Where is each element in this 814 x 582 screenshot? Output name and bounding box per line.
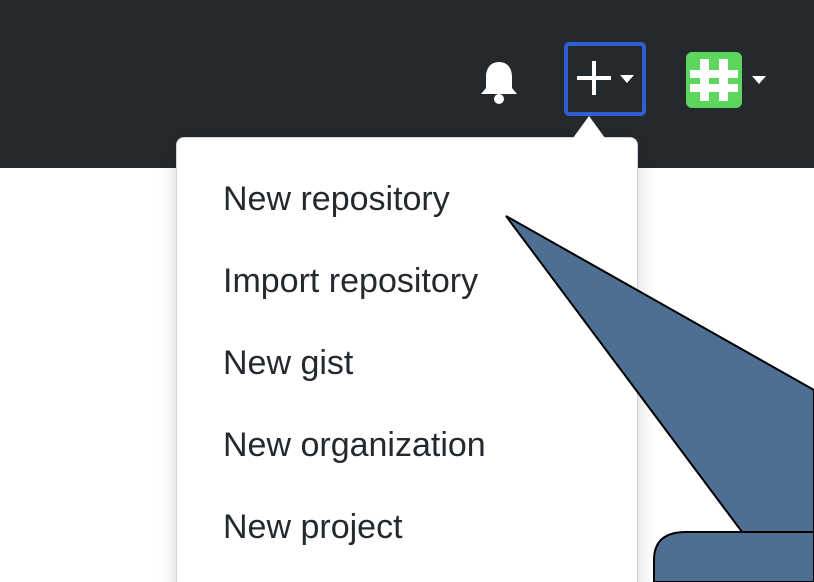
menu-item-import-repository[interactable]: Import repository — [223, 250, 478, 312]
callout-bubble — [653, 531, 814, 582]
plus-icon — [577, 61, 611, 95]
menu-item-new-project[interactable]: New project — [223, 496, 403, 558]
user-menu-button[interactable] — [686, 52, 796, 108]
caret-down-icon — [620, 75, 634, 83]
menu-item-new-organization[interactable]: New organization — [223, 414, 486, 476]
create-new-dropdown-menu: New repository Import repository New gis… — [176, 137, 638, 582]
dropdown-caret — [573, 116, 605, 138]
create-new-button[interactable] — [564, 42, 646, 116]
page: New repository Import repository New gis… — [0, 0, 814, 582]
notifications-button[interactable] — [478, 58, 520, 104]
menu-item-new-gist[interactable]: New gist — [223, 332, 353, 394]
menu-item-new-repository[interactable]: New repository — [223, 168, 450, 230]
avatar — [686, 52, 742, 108]
caret-down-icon — [752, 76, 766, 84]
bell-icon — [481, 62, 517, 104]
